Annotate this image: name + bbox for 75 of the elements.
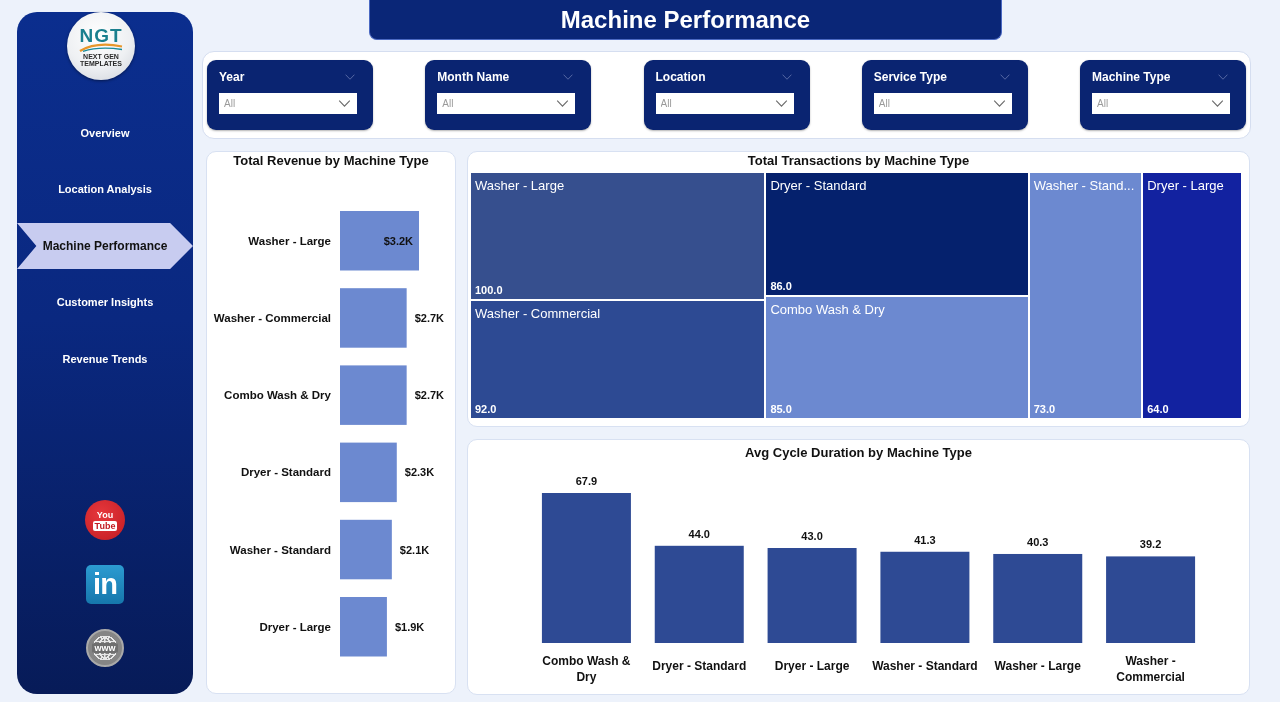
category-label: Combo Wash & Dry [541, 653, 632, 685]
category-label: Washer - Commercial [1115, 653, 1186, 685]
chevron-down-icon[interactable] [1211, 100, 1224, 107]
logo-text: NGT [79, 26, 123, 45]
tile-label: Washer - Stand... [1033, 178, 1135, 194]
chevron-down-icon[interactable] [1218, 74, 1228, 80]
tile-label: Dryer - Large [1147, 178, 1224, 194]
chart-bar [340, 288, 407, 348]
category-label: Dryer - Standard [240, 466, 331, 479]
category-label: Combo Wash & Dry [224, 389, 331, 402]
category-label: Dryer - Standard [652, 658, 747, 674]
value-label: $3.2K [383, 234, 413, 247]
dropdown-field[interactable]: All [873, 93, 1012, 114]
chart-title: Avg Cycle Duration by Machine Type [744, 444, 973, 462]
tile-value: 73.0 [1033, 402, 1056, 416]
value-label: $2.7K [414, 389, 444, 402]
youtube-link[interactable]: You Tube [85, 500, 125, 540]
chevron-down-icon[interactable] [781, 74, 792, 80]
tile-value: 86.0 [770, 279, 792, 294]
chart-bar [340, 365, 407, 425]
chart-bar [340, 442, 397, 503]
dropdown-field[interactable]: All [1092, 93, 1230, 114]
value-label: 67.9 [575, 475, 598, 487]
nav-item[interactable]: Revenue Trends [17, 336, 193, 382]
slicer-label: Year [219, 69, 245, 86]
category-label: Washer - Commercial [213, 311, 331, 324]
value-label: $2.3K [404, 466, 435, 479]
slicer-label: Machine Type [1092, 69, 1171, 86]
nav-item[interactable]: Overview [17, 110, 193, 156]
tile-label: Combo Wash & Dry [770, 302, 885, 319]
page-title: Machine Performance [369, 0, 1002, 40]
value-label: 39.2 [1139, 538, 1162, 551]
chevron-down-icon[interactable] [556, 100, 570, 107]
chevron-down-icon[interactable] [992, 100, 1006, 107]
dropdown-field[interactable]: All [219, 93, 357, 114]
swoosh-icon [79, 42, 123, 52]
tile-label: Washer - Large [475, 178, 565, 194]
chevron-down-icon[interactable] [338, 100, 351, 107]
chevron-down-icon[interactable] [345, 74, 355, 80]
value-label: 40.3 [1027, 535, 1049, 548]
slicer-label: Service Type [873, 69, 947, 86]
value-label: 43.0 [801, 530, 823, 542]
value-label: 44.0 [688, 527, 710, 540]
tile-label: Washer - Commercial [475, 306, 601, 323]
chart-title: Total Revenue by Machine Type [232, 152, 430, 170]
category-label: Dryer - Large [774, 658, 850, 674]
tile-label: Dryer - Standard [770, 178, 867, 194]
chart-bar [340, 597, 387, 657]
tile-value: 85.0 [770, 402, 792, 416]
category-label: Washer - Large [248, 234, 331, 247]
category-label: Dryer - Large [259, 620, 331, 633]
tile-value: 100.0 [475, 283, 503, 298]
website-link[interactable]: www [86, 629, 124, 667]
value-label: $1.9K [394, 620, 425, 633]
chevron-down-icon[interactable] [774, 100, 788, 107]
slicer-label: Month Name [437, 69, 510, 86]
nav-item[interactable]: Location Analysis [17, 166, 193, 213]
dropdown-field[interactable]: All [437, 93, 576, 114]
category-label: Washer - Large [994, 658, 1081, 674]
chevron-down-icon[interactable] [999, 74, 1010, 80]
value-label: 41.3 [914, 533, 936, 546]
category-label: Washer - Standard [229, 543, 331, 556]
nav-item[interactable]: Machine Performance [17, 223, 193, 269]
slicer-label: Location [655, 69, 706, 86]
nav-item[interactable]: Customer Insights [17, 279, 193, 326]
linkedin-link[interactable]: in [86, 565, 124, 604]
chevron-down-icon[interactable] [563, 74, 574, 80]
dropdown-field[interactable]: All [655, 93, 794, 114]
value-label: $2.1K [399, 543, 430, 556]
category-label: Washer - Standard [872, 658, 978, 674]
tile-value: 64.0 [1147, 402, 1169, 416]
value-label: $2.7K [414, 311, 444, 324]
tile-value: 92.0 [475, 402, 497, 416]
chart-bar [340, 519, 392, 580]
chart-title: Total Transactions by Machine Type [746, 152, 971, 170]
